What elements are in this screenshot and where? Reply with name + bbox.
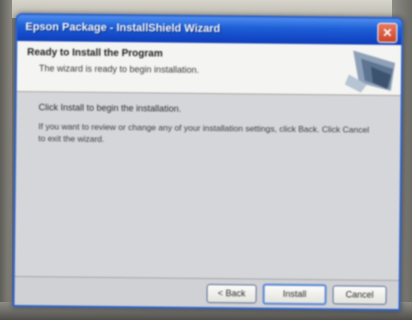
wizard-header: Ready to Install the Program The wizard … (16, 40, 402, 97)
title-bar[interactable]: Epson Package - InstallShield Wizard ✕ (17, 14, 402, 46)
window-title: Epson Package - InstallShield Wizard (25, 21, 221, 36)
wizard-body: Click Install to begin the installation.… (14, 91, 401, 281)
instruction-text: Click Install to begin the installation. (38, 102, 182, 114)
back-button[interactable]: < Back (206, 283, 257, 304)
close-icon: ✕ (382, 25, 393, 40)
installer-graphic-icon (330, 44, 402, 96)
close-button[interactable]: ✕ (377, 22, 398, 43)
description-text: If you want to review or change any of y… (38, 121, 370, 144)
button-bar: < Back Install Cancel (14, 275, 399, 310)
photo-background-left (0, 0, 12, 320)
header-title: Ready to Install the Program (27, 47, 163, 60)
cancel-button[interactable]: Cancel (332, 285, 387, 305)
installshield-wizard-window: Epson Package - InstallShield Wizard ✕ R… (12, 12, 404, 312)
install-button[interactable]: Install (262, 283, 327, 306)
header-subtitle: The wizard is ready to begin installatio… (38, 63, 200, 75)
